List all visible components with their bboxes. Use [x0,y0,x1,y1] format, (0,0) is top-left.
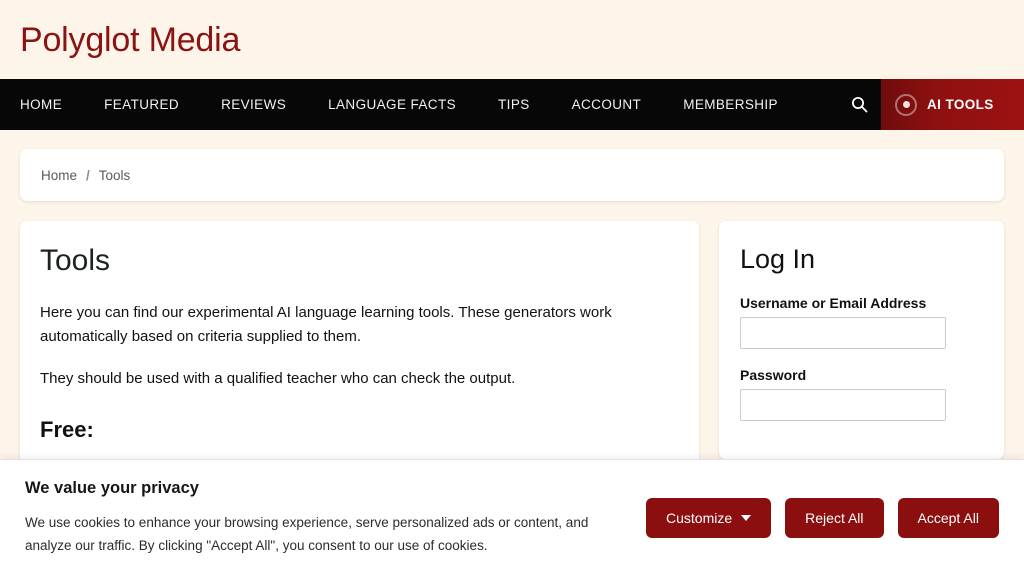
nav-item-tips[interactable]: TIPS [498,97,550,112]
breadcrumb-home[interactable]: Home [41,168,77,183]
cookie-banner-body: We use cookies to enhance your browsing … [25,514,589,553]
nav-item-home[interactable]: HOME [20,97,82,112]
cookie-banner-title: We value your privacy [25,478,199,497]
nav-menu: HOME FEATURED REVIEWS LANGUAGE FACTS TIP… [0,79,798,130]
main-content-card: Tools Here you can find our experimental… [20,221,699,468]
search-icon [851,96,868,113]
nav-item-membership[interactable]: MEMBERSHIP [683,97,798,112]
main-navigation: HOME FEATURED REVIEWS LANGUAGE FACTS TIP… [0,79,1024,130]
nav-item-featured[interactable]: FEATURED [104,97,199,112]
site-header: Polyglot Media [0,0,1024,79]
breadcrumb-separator: / [86,167,90,183]
section-heading-free: Free: [40,417,94,443]
cookie-consent-banner: We value your privacy We use cookies to … [0,459,1024,576]
breadcrumb-current: Tools [98,167,131,183]
nav-item-language-facts[interactable]: LANGUAGE FACTS [328,97,476,112]
customize-label: Customize [666,510,733,526]
intro-paragraph-1: Here you can find our experimental AI la… [40,304,612,346]
login-title: Log In [740,244,816,274]
nav-item-account[interactable]: ACCOUNT [572,97,662,112]
ai-tools-button[interactable]: AI TOOLS [881,79,1024,130]
username-label: Username or Email Address [740,294,927,311]
nav-item-reviews[interactable]: REVIEWS [221,97,306,112]
customize-button[interactable]: Customize [646,498,772,538]
search-button[interactable] [837,79,881,130]
username-input[interactable] [740,316,946,349]
page-title: Tools [40,244,111,277]
site-logo[interactable]: Polyglot Media [20,23,240,57]
chevron-down-icon [741,515,752,521]
ai-tools-label: AI TOOLS [927,97,994,112]
reject-all-button[interactable]: Reject All [785,498,884,538]
password-label: Password [740,366,807,383]
breadcrumb: Home / Tools [20,149,1004,201]
cookie-text-wrap: We value your privacy We use cookies to … [25,479,646,557]
content-row: Tools Here you can find our experimental… [0,201,1024,468]
cookie-banner-actions: Customize Reject All Accept All [646,498,999,538]
intro-paragraph-2: They should be used with a qualified tea… [40,369,516,387]
accept-all-button[interactable]: Accept All [897,498,999,538]
login-panel: Log In Username or Email Address Passwor… [719,221,1004,459]
target-dot-icon [895,93,917,116]
password-input[interactable] [740,388,946,421]
